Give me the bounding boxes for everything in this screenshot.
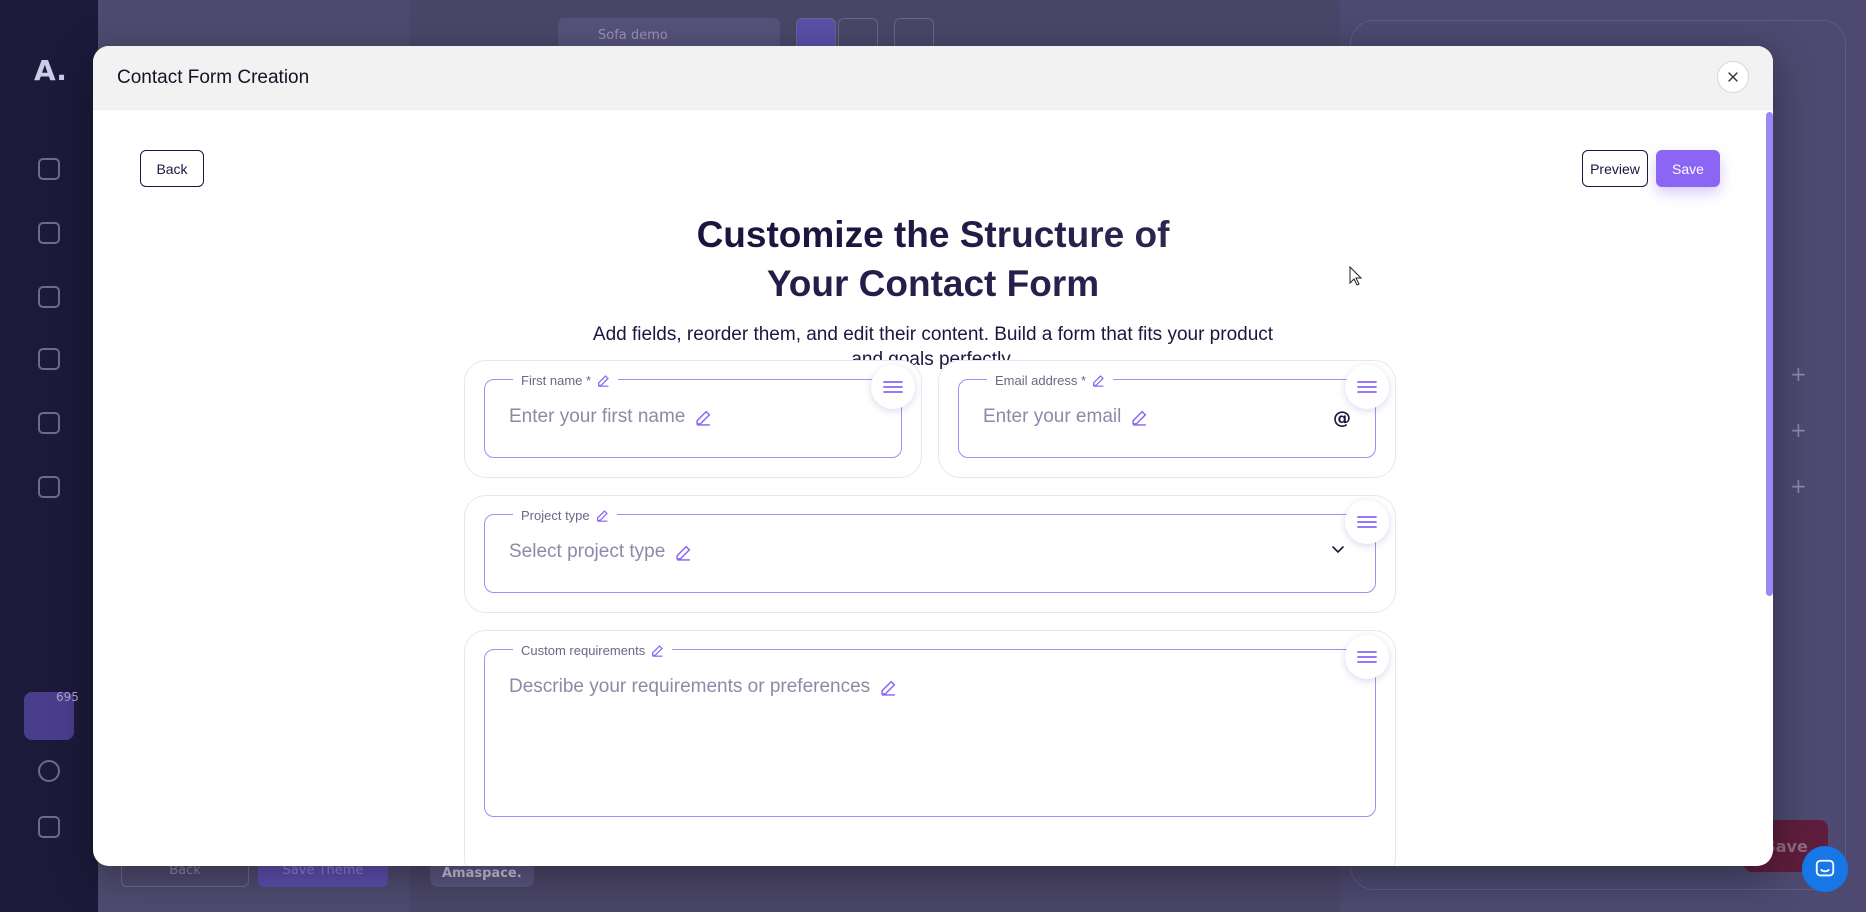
page-subtitle: Add fields, reorder them, and edit their… [93,322,1773,372]
custom-requirements-textarea[interactable]: Custom requirements Describe your requir… [484,641,1376,817]
close-button[interactable] [1717,61,1749,93]
email-placeholder-text: Enter your email [983,406,1122,427]
chevron-down-icon [1332,546,1344,554]
first-name-label: First name * [513,371,619,389]
drag-handle[interactable] [871,365,915,409]
custom-requirements-label-text: Custom requirements [521,642,646,658]
save-button[interactable]: Save [1656,150,1720,187]
left-rail: A. 695 [0,0,98,912]
logout-icon [38,816,60,838]
chat-widget-button[interactable] [1802,846,1848,892]
first-name-card: First name * Enter your first name [464,360,922,478]
first-name-field[interactable]: First name * Enter your first name [484,371,902,458]
edit-label-icon[interactable] [596,509,609,522]
email-field[interactable]: Email address * Enter your email @ [958,371,1376,458]
gallery-icon [38,412,60,434]
plus-icon: + [1790,474,1807,498]
edit-placeholder-icon[interactable] [1131,409,1148,426]
edit-label-icon[interactable] [1092,374,1105,387]
edit-placeholder-icon[interactable] [880,679,897,696]
edit-placeholder-icon[interactable] [675,544,692,561]
drag-handle[interactable] [1345,635,1389,679]
edit-placeholder-icon[interactable] [695,409,712,426]
first-name-placeholder: Enter your first name [509,406,712,428]
modal-body: Back Preview Save Customize the Structur… [93,110,1773,866]
custom-requirements-placeholder: Describe your requirements or preference… [509,676,897,698]
project-type-label: Project type [513,506,617,524]
at-sign-icon: @ [1333,408,1351,429]
user-icon [38,760,60,782]
project-type-placeholder-text: Select project type [509,541,666,562]
chat-icon [1815,859,1835,877]
contact-form-modal: Contact Form Creation Back Preview Save … [93,46,1773,866]
modal-title: Contact Form Creation [117,66,310,88]
edit-label-icon[interactable] [651,644,664,657]
page-title: Customize the Structure of Your Contact … [93,210,1773,308]
first-name-label-text: First name * [521,372,592,388]
email-label-text: Email address * [995,372,1087,388]
drag-handle[interactable] [1345,365,1389,409]
email-card: Email address * Enter your email @ [938,360,1396,478]
chart-icon [38,286,60,308]
mouse-cursor-icon [1349,266,1363,286]
page-title-line-2: Your Contact Form [93,259,1773,308]
custom-requirements-card: Custom requirements Describe your requir… [464,630,1396,866]
email-label: Email address * [987,371,1114,389]
subtitle-line-2: and goals perfectly. [851,349,1015,370]
drag-handle[interactable] [1345,500,1389,544]
app-logo: A. [34,54,67,87]
email-placeholder: Enter your email [983,406,1148,428]
menu-icon [1357,381,1377,393]
project-type-select[interactable]: Project type Select project type [484,506,1376,593]
grid-icon [38,222,60,244]
project-type-label-text: Project type [521,507,590,523]
back-button[interactable]: Back [140,150,204,187]
target-icon [38,348,60,370]
custom-requirements-placeholder-text: Describe your requirements or preference… [509,676,871,697]
menu-icon [1357,651,1377,663]
close-icon [1728,72,1738,82]
magic-wand-icon [38,476,60,498]
modal-header: Contact Form Creation [93,46,1773,110]
custom-requirements-label: Custom requirements [513,641,673,659]
plus-icon: + [1790,418,1807,442]
plus-icon: + [1790,362,1807,386]
preview-button[interactable]: Preview [1582,150,1648,187]
menu-icon [883,381,903,393]
edit-label-icon[interactable] [597,374,610,387]
plugin-badge-count: 695 [56,690,79,704]
menu-icon [1357,516,1377,528]
project-type-card: Project type Select project type [464,495,1396,613]
subtitle-line-1: Add fields, reorder them, and edit their… [592,324,1274,345]
brush-icon [38,158,60,180]
project-type-placeholder: Select project type [509,541,692,563]
page-title-line-1: Customize the Structure of [93,210,1773,259]
first-name-placeholder-text: Enter your first name [509,406,686,427]
